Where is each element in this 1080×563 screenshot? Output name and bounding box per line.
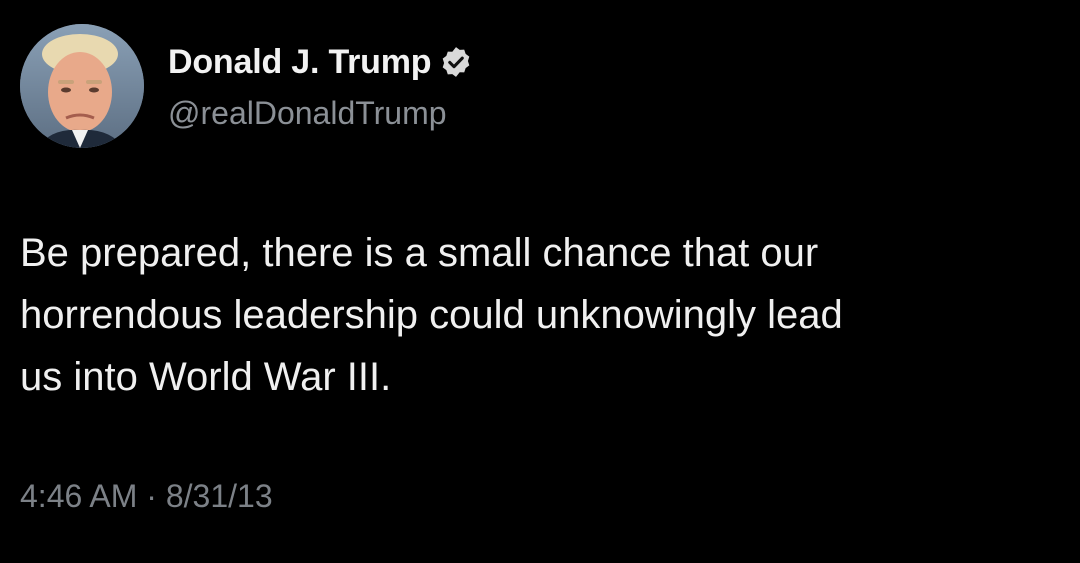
tweet-card: Donald J. Trump @realDonaldTrump Be prep… <box>0 0 1080 563</box>
meta-separator: · <box>146 478 157 514</box>
tweet-time: 4:46 AM <box>20 478 138 514</box>
tweet-text: Be prepared, there is a small chance tha… <box>20 231 843 399</box>
profile-photo <box>20 24 144 148</box>
author-name-row: Donald J. Trump <box>168 40 473 84</box>
avatar[interactable] <box>20 24 144 148</box>
tweet-date: 8/31/13 <box>165 478 273 514</box>
author-display-name[interactable]: Donald J. Trump <box>168 43 432 82</box>
verified-badge-icon <box>439 45 473 79</box>
tweet-timestamp[interactable]: 4:46 AM · 8/31/13 <box>20 478 273 515</box>
author-handle[interactable]: @realDonaldTrump <box>168 95 447 132</box>
